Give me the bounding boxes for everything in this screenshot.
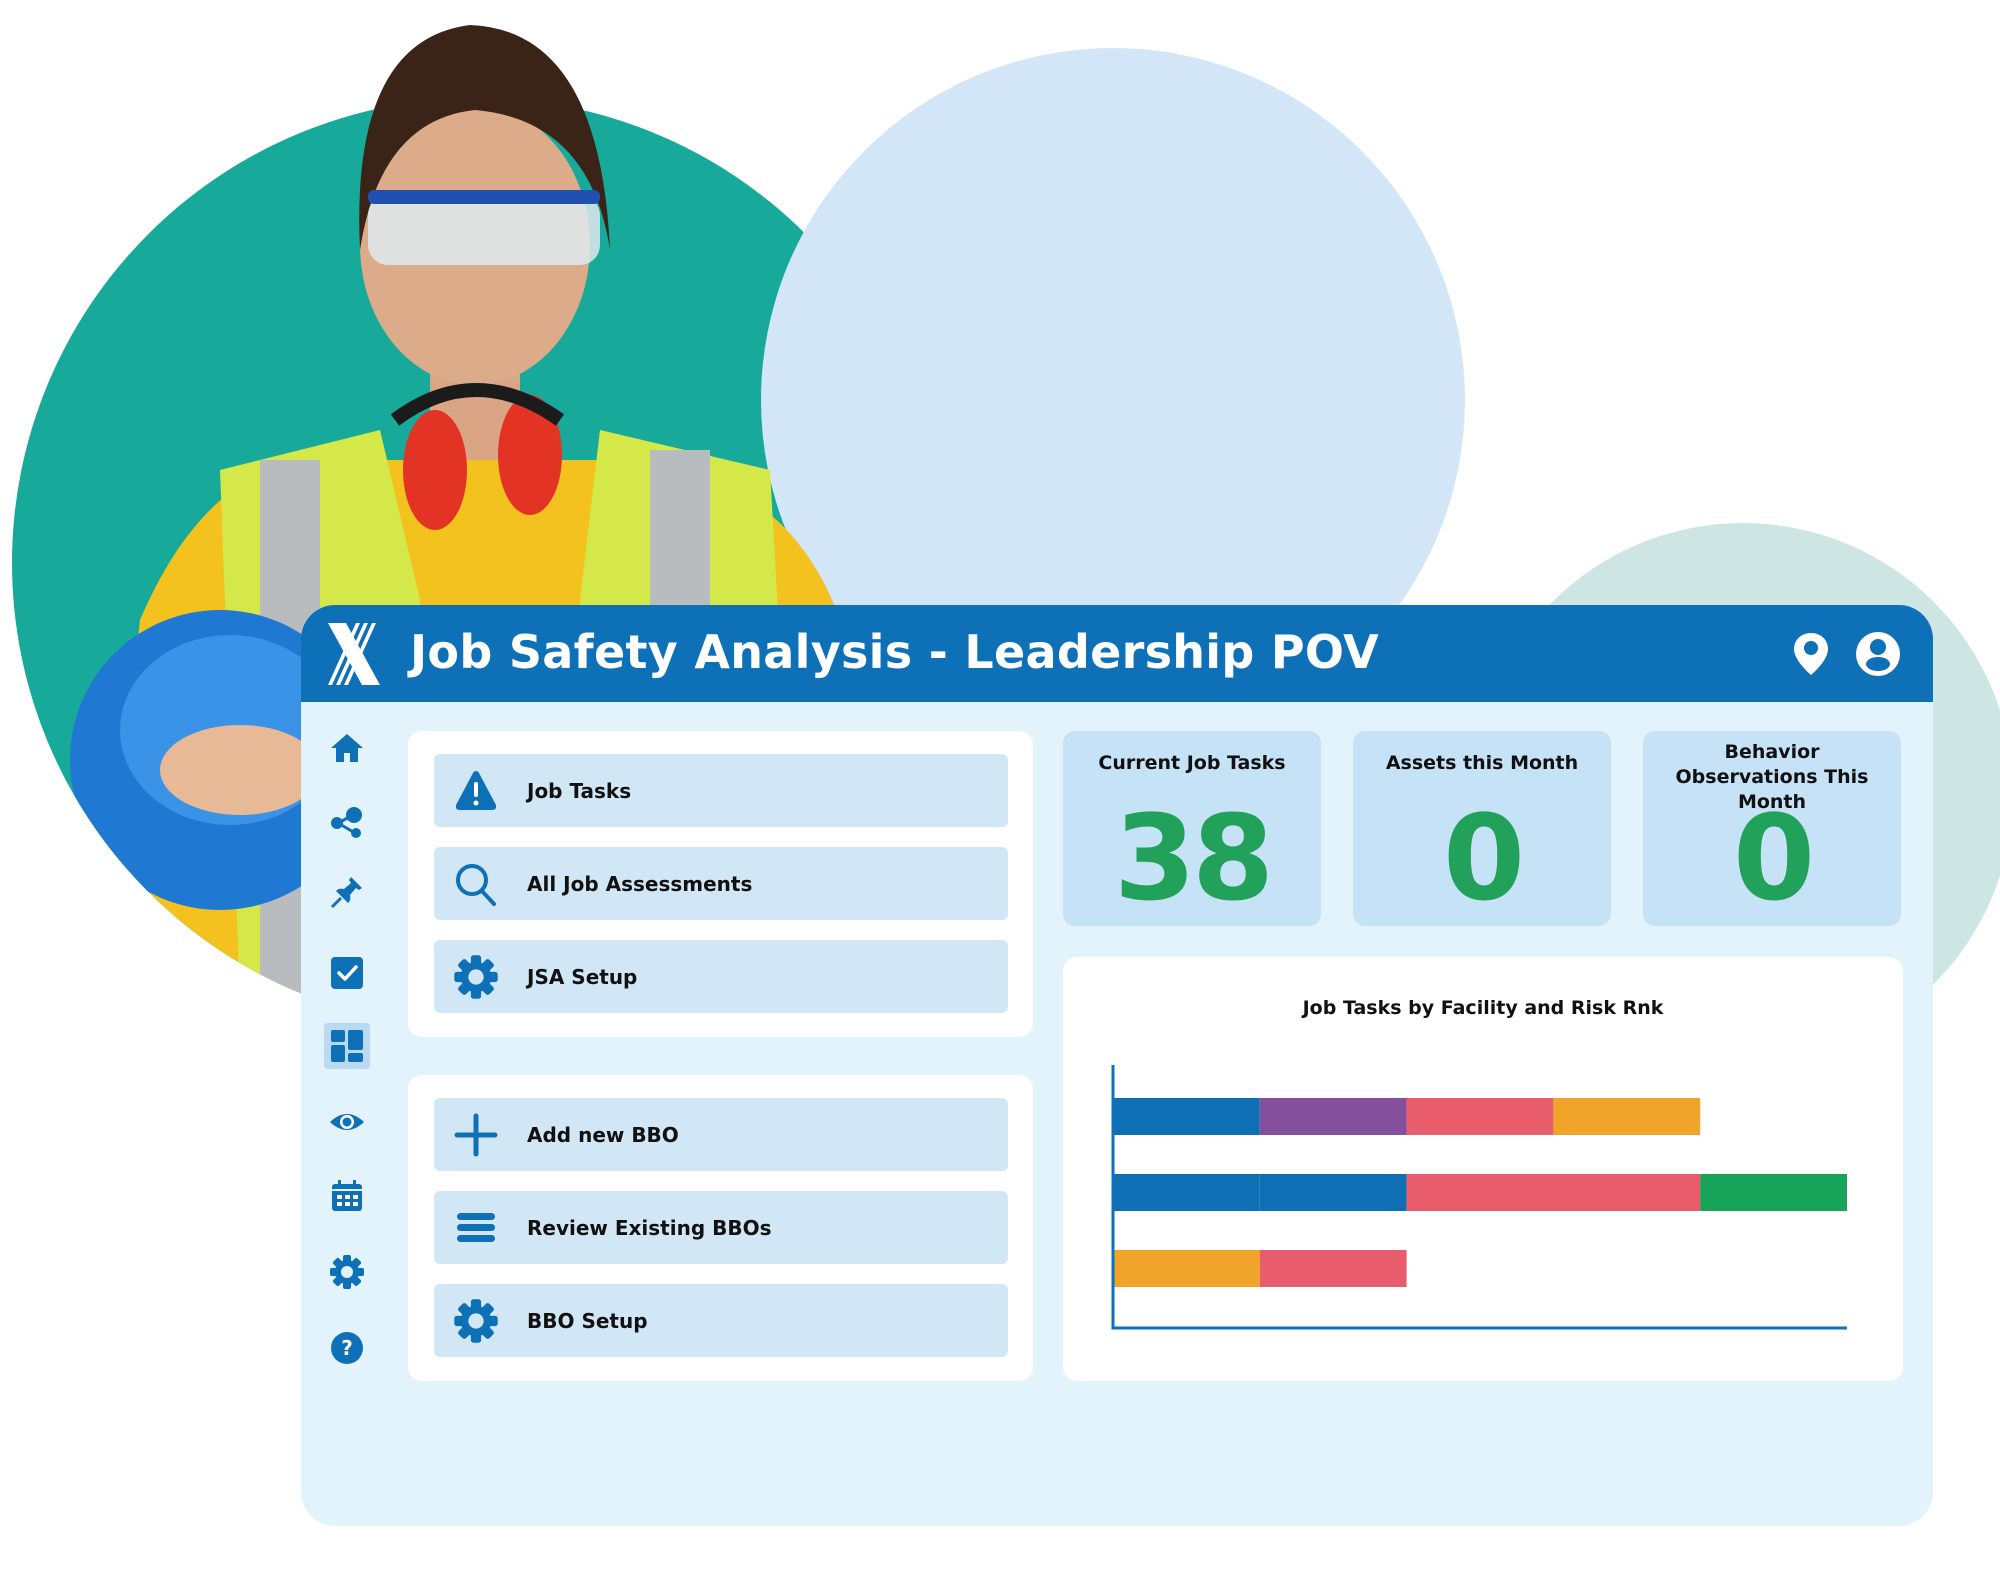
dashboard-icon (331, 1030, 363, 1062)
bar-segment-2-1 (1259, 1250, 1407, 1287)
stat-value: 0 (1732, 789, 1815, 927)
bbo-setup-button[interactable]: BBO Setup (434, 1284, 1008, 1357)
menu-item-label: Add new BBO (527, 1122, 679, 1147)
chart-card: Job Tasks by Facility and Risk Rnk (1063, 957, 1903, 1381)
menu-item-label: Review Existing BBOs (527, 1215, 772, 1240)
jsa-menu-panel: Job Tasks All Job Assessments JSA Setup (408, 731, 1033, 1037)
home-icon (331, 734, 363, 762)
bar-segment-0-2 (1406, 1098, 1554, 1135)
page-title: Job Safety Analysis - Leadership POV (410, 625, 1380, 679)
user-profile-button[interactable] (1855, 631, 1901, 677)
bbo-menu-panel: Add new BBO Review Existing BBOs BBO Set… (408, 1075, 1033, 1381)
menu-item-label: All Job Assessments (527, 871, 753, 896)
gear-icon (454, 1298, 498, 1343)
location-button[interactable] (1788, 631, 1834, 677)
menu-item-label: JSA Setup (527, 964, 638, 989)
bar-segment-1-3 (1700, 1174, 1847, 1211)
search-icon (456, 863, 496, 906)
plus-icon (454, 1113, 498, 1156)
x-logo-icon (328, 623, 380, 685)
sidebar-item-home[interactable] (324, 725, 370, 771)
jsa-setup-button[interactable]: JSA Setup (434, 940, 1008, 1013)
bar-segment-1-2 (1406, 1174, 1701, 1211)
menu-item-label: BBO Setup (527, 1308, 648, 1333)
sidebar-item-calendar[interactable] (324, 1173, 370, 1219)
bar-segment-1-1 (1259, 1174, 1407, 1211)
help-icon: ? (331, 1332, 363, 1364)
share-icon (331, 807, 362, 838)
location-pin-icon (1794, 633, 1828, 675)
bar-segment-2-0 (1113, 1250, 1260, 1287)
calendar-icon (332, 1180, 362, 1211)
stat-value: 38 (1113, 789, 1274, 927)
bar-segment-0-3 (1553, 1098, 1701, 1135)
bar-segment-0-0 (1113, 1098, 1260, 1135)
list-icon (457, 1212, 495, 1242)
stat-value: 0 (1442, 789, 1525, 927)
bar-segment-0-1 (1259, 1098, 1407, 1135)
all-job-assessments-button[interactable]: All Job Assessments (434, 847, 1008, 920)
warning-icon (455, 770, 497, 810)
stat-label: Current Job Tasks (1098, 751, 1286, 774)
sidebar-item-share[interactable] (324, 800, 370, 846)
app-header: Job Safety Analysis - Leadership POV (301, 605, 1933, 702)
job-tasks-button[interactable]: Job Tasks (434, 754, 1008, 827)
stacked-bar-chart (1111, 1065, 1847, 1330)
sidebar-item-settings[interactable] (324, 1249, 370, 1295)
stat-label: Assets this Month (1385, 751, 1579, 774)
menu-item-label: Job Tasks (527, 778, 632, 803)
gear-icon (330, 1255, 364, 1289)
sidebar-item-dashboard[interactable] (324, 1023, 370, 1069)
stat-card-behavior-observations[interactable]: Behavior Observations This Month 0 (1643, 731, 1901, 926)
eye-icon (330, 1114, 364, 1130)
stat-card-assets-this-month[interactable]: Assets this Month 0 (1353, 731, 1611, 926)
app-window: Job Safety Analysis - Leadership POV ? J… (301, 605, 1933, 1526)
svg-text:?: ? (341, 1336, 353, 1360)
sidebar-item-observations[interactable] (324, 1099, 370, 1145)
review-existing-bbos-button[interactable]: Review Existing BBOs (434, 1191, 1008, 1264)
checkbox-icon (331, 957, 363, 989)
sidebar-item-tasks[interactable] (324, 950, 370, 996)
stat-card-current-job-tasks[interactable]: Current Job Tasks 38 (1063, 731, 1321, 926)
add-new-bbo-button[interactable]: Add new BBO (434, 1098, 1008, 1171)
pin-icon (330, 877, 362, 909)
sidebar: ? (301, 702, 393, 1526)
user-profile-icon (1856, 632, 1900, 676)
sidebar-item-pin[interactable] (324, 869, 370, 915)
gear-icon (454, 954, 498, 999)
bar-segment-1-0 (1113, 1174, 1260, 1211)
sidebar-item-help[interactable]: ? (324, 1325, 370, 1371)
